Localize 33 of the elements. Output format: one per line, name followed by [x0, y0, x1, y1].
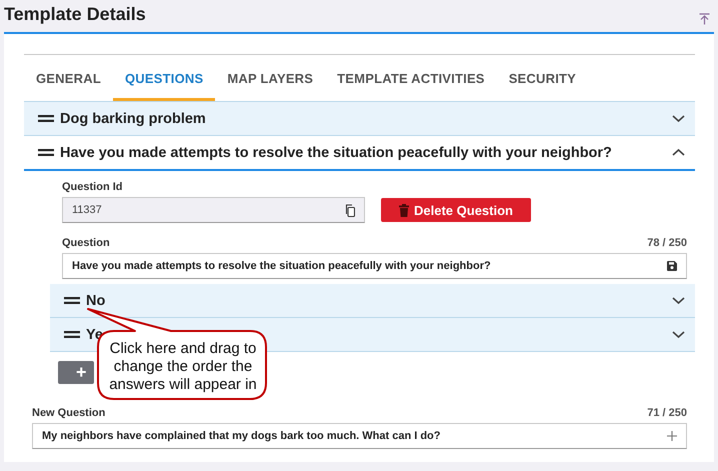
question-id-field[interactable]: 11337 — [62, 197, 365, 223]
new-question-field[interactable]: My neighbors have complained that my dogs bark too much. What can I do? — [32, 423, 687, 449]
expand-chevron-icon — [672, 330, 685, 339]
accordion-header[interactable]: Dog barking problem — [24, 102, 695, 136]
accordion-title: No — [86, 292, 106, 308]
tab[interactable]: GENERAL — [24, 71, 113, 101]
page-title: Template Details — [4, 4, 146, 24]
collapse-to-top-icon[interactable] — [699, 13, 710, 25]
field-label: Question — [62, 237, 110, 249]
tab[interactable]: SECURITY — [496, 71, 588, 101]
trash-icon — [399, 204, 410, 216]
tab[interactable]: MAP LAYERS — [215, 71, 326, 101]
add-answer-button[interactable]: + — [58, 361, 94, 384]
accordion-title: Dog barking problem — [60, 110, 207, 126]
expand-chevron-icon — [672, 114, 685, 123]
drag-handle-icon — [38, 149, 54, 156]
accordion-header[interactable]: No — [50, 284, 695, 318]
drag-handle-icon — [64, 297, 80, 304]
plus-icon[interactable] — [667, 431, 677, 441]
accordion-title: Have you made attempts to resolve the situation peacefully with your neighbor? — [60, 144, 613, 160]
question-field[interactable]: Have you made attempts to resolve the situation peacefully with your neighbor? — [62, 253, 687, 279]
drag-handle-icon — [64, 331, 80, 338]
tab[interactable]: TEMPLATE ACTIVITIES — [325, 71, 497, 101]
collapse-chevron-icon — [672, 148, 685, 157]
delete-button[interactable]: Delete Question — [381, 198, 531, 222]
save-icon[interactable] — [667, 261, 677, 271]
field-label: Question Id — [62, 181, 124, 193]
copy-icon[interactable] — [345, 204, 355, 216]
drag-handle-icon — [38, 115, 54, 122]
expand-chevron-icon — [672, 296, 685, 305]
character-counter: 78 / 250 — [647, 237, 687, 249]
field-label: New Question — [32, 407, 106, 419]
character-counter: 71 / 250 — [647, 407, 687, 419]
